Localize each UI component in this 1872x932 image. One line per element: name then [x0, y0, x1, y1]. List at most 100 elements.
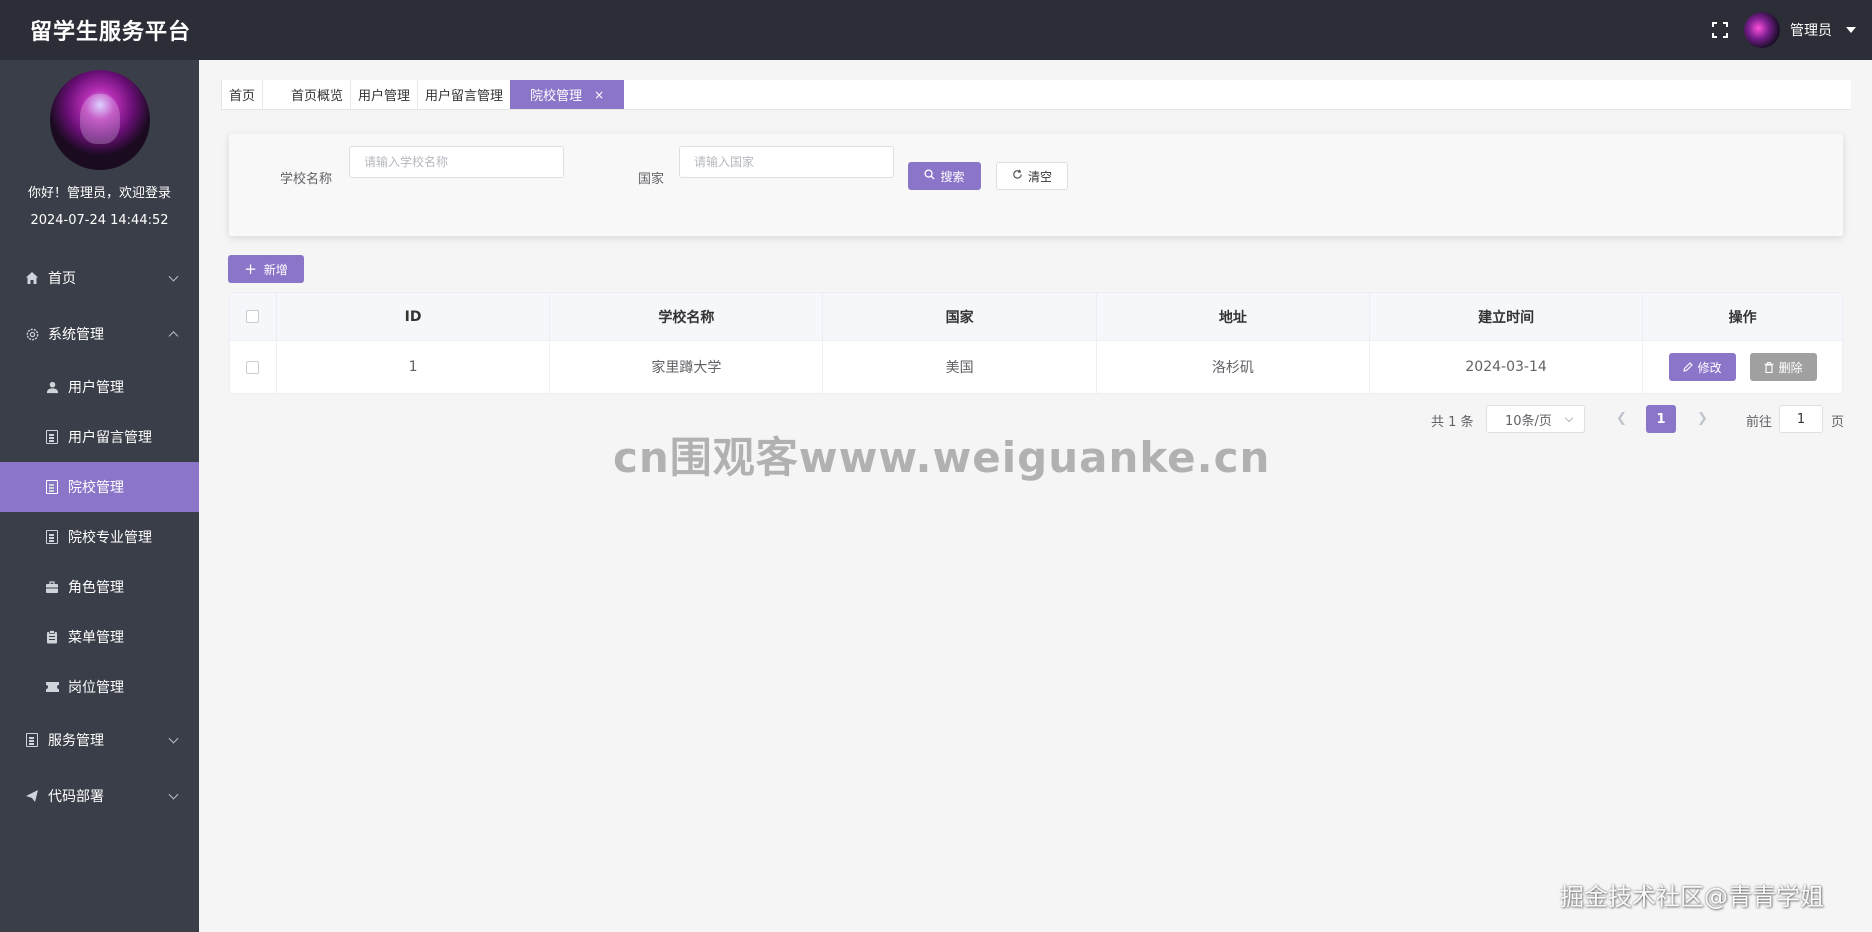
delete-button[interactable]: 删除 [1749, 353, 1817, 381]
header-user-name[interactable]: 管理员 [1790, 20, 1832, 40]
tab-overview[interactable]: 首页概览 [262, 80, 350, 109]
avatar [49, 70, 150, 170]
goto-page-input[interactable] [1779, 405, 1823, 433]
cell-school-name: 家里蹲大学 [550, 341, 824, 393]
sidebar-item-label: 首页 [48, 271, 76, 287]
edit-button[interactable]: 修改 [1668, 353, 1736, 381]
sidebar: 你好！管理员，欢迎登录 2024-07-24 14:44:52 首页 系统管理 … [0, 60, 199, 932]
sidebar-item-school-management[interactable]: 院校管理 [0, 462, 199, 512]
sidebar-item-deploy[interactable]: 代码部署 [0, 768, 199, 824]
send-icon [24, 788, 40, 804]
header-checkbox-cell [230, 293, 277, 340]
page-suffix-label: 页 [1831, 415, 1845, 430]
search-button[interactable]: 搜索 [908, 162, 981, 190]
caret-down-icon[interactable] [1846, 27, 1856, 33]
clear-button[interactable]: 清空 [996, 162, 1068, 190]
table-row: 1 家里蹲大学 美国 洛杉矶 2024-03-14 修改 删除 [230, 341, 1842, 393]
plus-icon: + [244, 260, 257, 278]
chevron-up-icon [168, 331, 179, 342]
ticket-icon [44, 679, 60, 695]
sidebar-item-system[interactable]: 系统管理 [0, 306, 199, 362]
document-icon [44, 429, 60, 445]
tab-label: 首页概览 [291, 89, 344, 104]
sidebar-item-service[interactable]: 服务管理 [0, 712, 199, 768]
refresh-icon [1012, 169, 1023, 183]
tab-label: 用户留言管理 [425, 89, 504, 104]
sidebar-item-label: 院校专业管理 [68, 530, 152, 546]
column-header: 国家 [823, 293, 1097, 340]
page-number-current[interactable]: 1 [1646, 405, 1676, 433]
gear-icon [24, 326, 40, 342]
column-header: 建立时间 [1370, 293, 1644, 340]
document-icon [24, 732, 40, 748]
sidebar-item-home[interactable]: 首页 [0, 250, 199, 306]
sidebar-item-label: 代码部署 [48, 789, 104, 805]
search-icon [924, 169, 936, 183]
home-icon [24, 270, 40, 286]
tab-home[interactable]: 首页 [221, 80, 262, 109]
table-header: ID 学校名称 国家 地址 建立时间 操作 [230, 293, 1842, 341]
document-icon [44, 529, 60, 545]
cell-actions: 修改 删除 [1643, 341, 1842, 393]
edit-button-label: 修改 [1697, 360, 1722, 375]
sidebar-item-school-major[interactable]: 院校专业管理 [0, 512, 199, 562]
sidebar-item-post[interactable]: 岗位管理 [0, 662, 199, 712]
corner-watermark: 掘金技术社区@青青学姐 [1560, 883, 1824, 911]
chevron-down-icon [168, 789, 179, 800]
header-avatar[interactable] [1744, 12, 1780, 48]
current-datetime: 2024-07-24 14:44:52 [30, 213, 169, 228]
sidebar-menu: 首页 系统管理 用户管理 用户留言管理 院校管理 院校专业管理 角色管理 菜单管… [0, 250, 199, 824]
tab-school-management[interactable]: 院校管理 × [510, 80, 625, 109]
school-name-label: 学校名称 [280, 172, 333, 187]
sidebar-item-label: 用户留言管理 [68, 430, 152, 446]
tab-label: 院校管理 [530, 89, 583, 104]
sidebar-item-label: 系统管理 [48, 327, 104, 343]
column-header: 操作 [1728, 309, 1757, 326]
tab-user-management[interactable]: 用户管理 [350, 80, 417, 109]
sidebar-item-user-message[interactable]: 用户留言管理 [0, 412, 199, 462]
chevron-right-icon[interactable]: ❯ [1697, 411, 1708, 426]
app-title: 留学生服务平台 [30, 20, 192, 45]
chevron-down-icon [1564, 413, 1574, 423]
select-all-checkbox[interactable] [246, 310, 260, 323]
sidebar-item-label: 角色管理 [68, 580, 124, 596]
briefcase-icon [44, 579, 60, 595]
chevron-left-icon[interactable]: ❮ [1616, 411, 1627, 426]
page-size-value: 10条/页 [1505, 413, 1552, 429]
user-icon [44, 379, 60, 395]
page-size-select[interactable]: 10条/页 [1486, 405, 1585, 433]
cell-country: 美国 [823, 341, 1097, 393]
column-header: 学校名称 [550, 293, 824, 340]
sidebar-item-menu[interactable]: 菜单管理 [0, 612, 199, 662]
goto-label: 前往 [1746, 415, 1773, 430]
school-name-input[interactable] [349, 146, 564, 178]
tab-label: 首页 [229, 89, 256, 104]
search-button-label: 搜索 [940, 169, 965, 184]
tab-bar: 首页 首页概览 用户管理 用户留言管理 院校管理 × [221, 80, 1851, 110]
chevron-down-icon [168, 271, 179, 282]
country-input[interactable] [679, 146, 894, 178]
fullscreen-icon[interactable] [1712, 22, 1728, 38]
top-header: 留学生服务平台 管理员 [0, 0, 1872, 60]
trash-icon [1764, 361, 1774, 373]
sidebar-item-label: 岗位管理 [68, 680, 124, 696]
clipboard-icon [44, 629, 60, 645]
cell-address: 洛杉矶 [1097, 341, 1370, 393]
chevron-down-icon [168, 733, 179, 744]
close-icon[interactable]: × [594, 88, 604, 102]
row-checkbox[interactable] [246, 360, 260, 374]
delete-button-label: 删除 [1778, 360, 1803, 375]
sidebar-item-user-management[interactable]: 用户管理 [0, 362, 199, 412]
main-content: 首页 首页概览 用户管理 用户留言管理 院校管理 × 学校名称 国家 搜索 清空… [199, 60, 1872, 932]
sidebar-item-label: 院校管理 [68, 480, 124, 496]
school-table: ID 学校名称 国家 地址 建立时间 操作 1 家里蹲大学 美国 洛杉矶 202… [229, 292, 1843, 394]
column-header: ID [277, 293, 551, 340]
tab-user-message[interactable]: 用户留言管理 [417, 80, 510, 109]
sidebar-item-role[interactable]: 角色管理 [0, 562, 199, 612]
add-button[interactable]: + 新增 [228, 255, 304, 283]
greeting-text: 你好！管理员，欢迎登录 [27, 186, 171, 201]
sidebar-item-label: 菜单管理 [68, 630, 124, 646]
add-button-label: 新增 [263, 262, 288, 277]
header-user-area: 管理员 [1712, 12, 1872, 48]
country-label: 国家 [638, 172, 665, 187]
